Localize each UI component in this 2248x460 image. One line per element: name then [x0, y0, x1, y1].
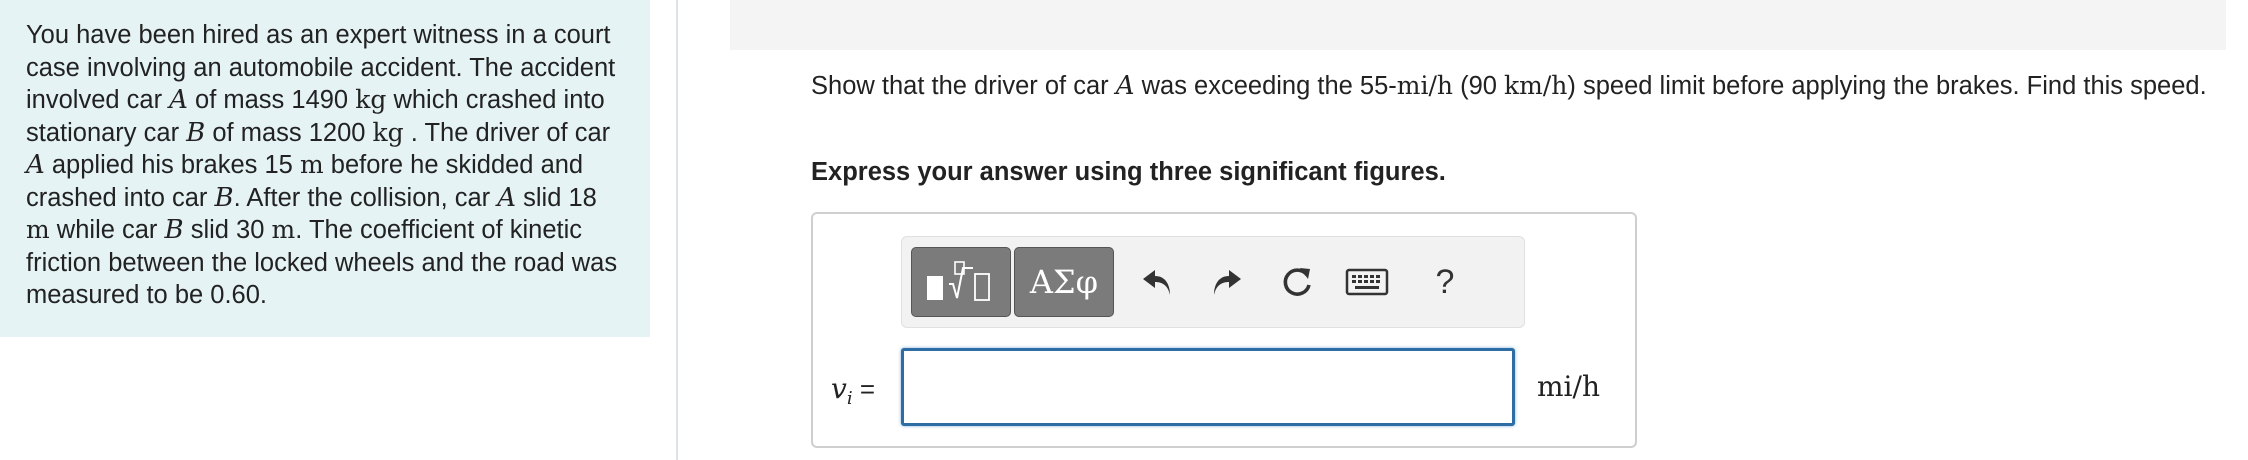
greek-letters-button[interactable]: ΑΣφ	[1014, 247, 1114, 317]
keyboard-icon[interactable]	[1342, 257, 1392, 307]
header-bar	[730, 0, 2226, 50]
math-toolbar: ΑΣφ ?	[901, 236, 1525, 328]
panel-divider	[676, 0, 678, 460]
answer-instruction: Express your answer using three signific…	[811, 158, 1446, 186]
answer-box: ΑΣφ ? vi = mi/h	[811, 212, 1637, 448]
question-text: Show that the driver of car A was exceed…	[811, 71, 2207, 101]
undo-icon[interactable]	[1132, 257, 1182, 307]
redo-icon[interactable]	[1202, 257, 1252, 307]
templates-icon	[927, 261, 990, 301]
page: You have been hired as an expert witness…	[0, 0, 2248, 460]
answer-input[interactable]	[901, 348, 1515, 426]
help-icon[interactable]: ?	[1420, 257, 1470, 307]
templates-button[interactable]	[911, 247, 1011, 317]
problem-statement: You have been hired as an expert witness…	[26, 21, 618, 309]
variable-label: vi =	[831, 372, 876, 410]
unit-label: mi/h	[1537, 370, 1600, 403]
problem-panel: You have been hired as an expert witness…	[0, 0, 650, 337]
reset-icon[interactable]	[1272, 257, 1322, 307]
